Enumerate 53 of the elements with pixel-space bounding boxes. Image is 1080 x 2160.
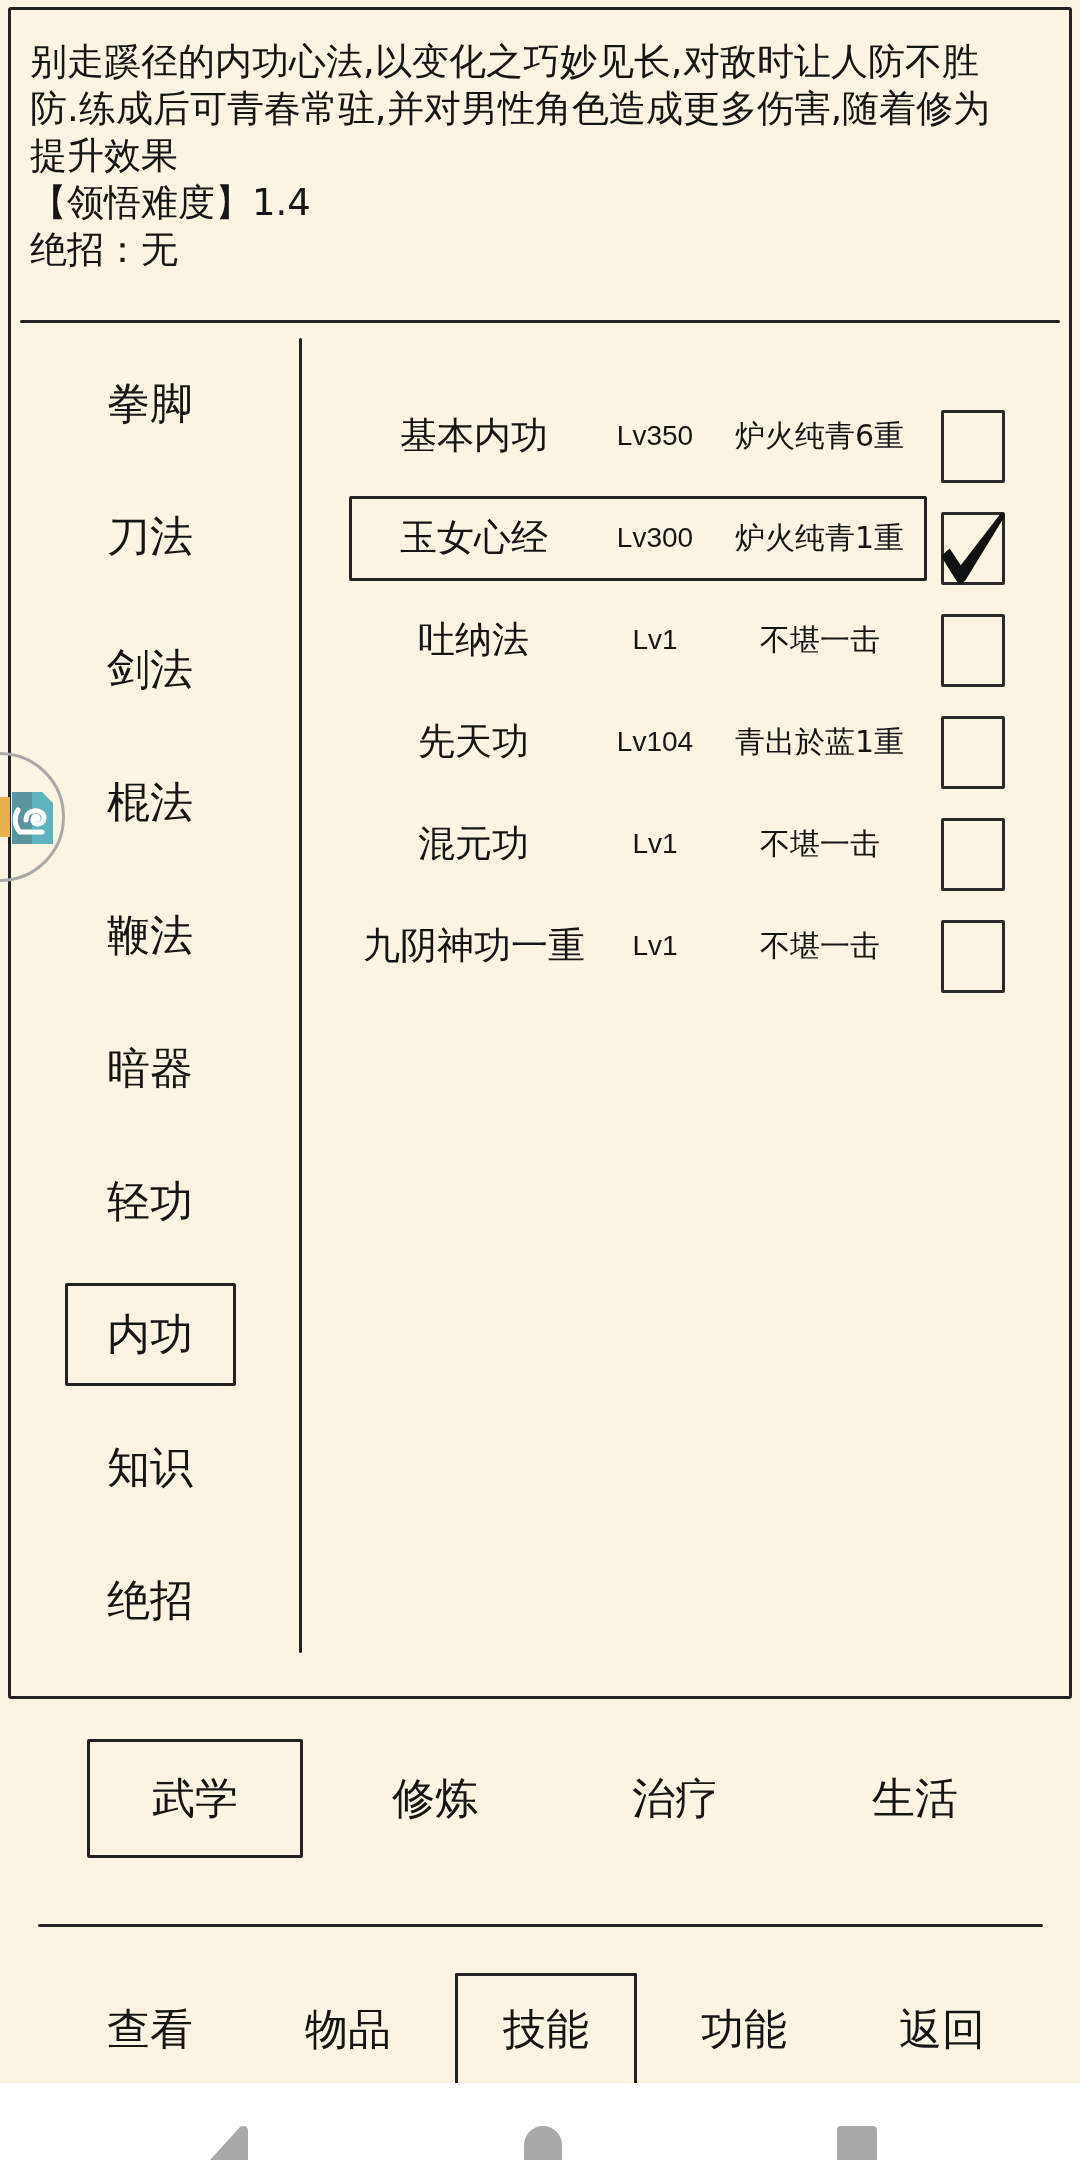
- nav-tab[interactable]: 返回: [851, 1973, 1033, 2083]
- category-tab[interactable]: 刀法: [64, 485, 236, 588]
- skill-level: Lv1: [632, 828, 678, 860]
- skill-rank: 不堪一击: [759, 926, 880, 965]
- skill-level: Lv350: [616, 420, 694, 452]
- ultimate-text: 绝招：无: [30, 227, 179, 273]
- category-tab[interactable]: 鞭法: [64, 884, 236, 987]
- skill-level: Lv1: [632, 930, 678, 962]
- skill-level: Lv300: [616, 522, 694, 554]
- section-tab[interactable]: 生活: [807, 1739, 1023, 1858]
- skill-rank: 炉火纯青1重: [734, 518, 905, 557]
- skill-name: 玉女心经: [399, 515, 548, 561]
- checkbox[interactable]: [941, 409, 1005, 483]
- nav-tab[interactable]: 查看: [59, 1973, 241, 2083]
- skill-rank: 青出於蓝1重: [734, 722, 905, 761]
- category-tab[interactable]: 剑法: [64, 618, 236, 721]
- category-tab[interactable]: 暗器: [64, 1017, 236, 1120]
- skill-rank: 炉火纯青6重: [734, 416, 905, 455]
- skill-level: Lv1: [632, 624, 678, 656]
- skill-rank: 不堪一击: [759, 620, 880, 659]
- checkbox[interactable]: [941, 715, 1005, 789]
- skill-description: 别走蹊径的内功心法,以变化之巧妙见长,对敌时让人防不胜防.练成后可青春常驻,并对男性角色造成更多伤害,随着修为提升效果: [30, 39, 992, 179]
- floating-tile-icon[interactable]: [0, 752, 67, 882]
- skill-row[interactable]: 玉女心经 Lv300 炉火纯青1重: [349, 495, 927, 581]
- checkbox[interactable]: [941, 919, 1005, 993]
- nav-tab[interactable]: 功能: [653, 1973, 835, 2083]
- category-tab[interactable]: 轻功: [64, 1150, 236, 1253]
- checkbox[interactable]: [941, 613, 1005, 687]
- skill-row[interactable]: 九阴神功一重 Lv1 不堪一击: [349, 903, 927, 989]
- skill-row[interactable]: 先天功 Lv104 青出於蓝1重: [349, 699, 927, 785]
- category-tab[interactable]: 棍法: [64, 751, 236, 854]
- skill-row[interactable]: 混元功 Lv1 不堪一击: [349, 801, 927, 887]
- skill-name: 先天功: [418, 719, 529, 765]
- checkbox[interactable]: [941, 511, 1005, 585]
- section-tab[interactable]: 修炼: [327, 1739, 543, 1858]
- skill-level: Lv104: [616, 726, 694, 758]
- nav-tab[interactable]: 物品: [257, 1973, 439, 2083]
- category-tab[interactable]: 内功: [64, 1283, 236, 1386]
- skill-name: 九阴神功一重: [362, 923, 585, 969]
- skill-name: 混元功: [418, 821, 529, 867]
- skill-name: 基本内功: [399, 413, 548, 459]
- checkbox[interactable]: [941, 817, 1005, 891]
- skill-row[interactable]: 基本内功 Lv350 炉火纯青6重: [349, 393, 927, 479]
- section-tab[interactable]: 治疗: [567, 1739, 783, 1858]
- skill-name: 吐纳法: [418, 617, 529, 663]
- skill-row[interactable]: 吐纳法 Lv1 不堪一击: [349, 597, 927, 683]
- skill-rank: 不堪一击: [759, 824, 880, 863]
- category-tab[interactable]: 绝招: [64, 1549, 236, 1652]
- category-tab[interactable]: 拳脚: [64, 352, 236, 455]
- category-tab[interactable]: 知识: [64, 1416, 236, 1519]
- difficulty-text: 【领悟难度】1.4: [30, 180, 312, 226]
- checkmark-icon: [941, 511, 1005, 585]
- section-tab[interactable]: 武学: [87, 1739, 303, 1858]
